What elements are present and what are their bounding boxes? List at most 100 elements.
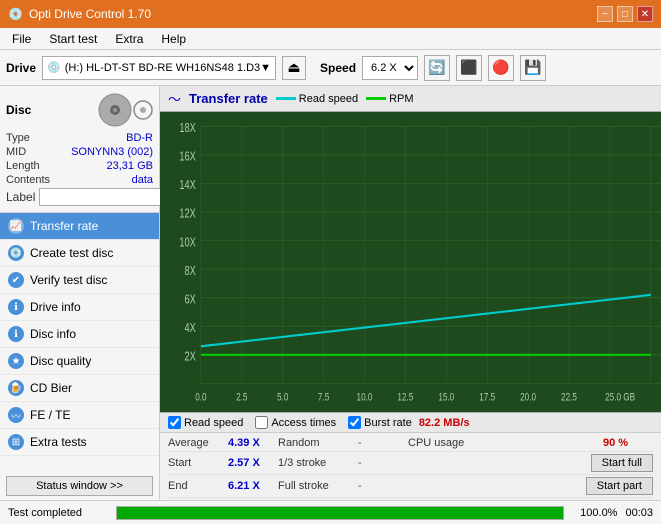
start-part-button[interactable]: Start part [586, 477, 653, 495]
svg-text:15.0: 15.0 [438, 391, 454, 404]
svg-text:14X: 14X [179, 179, 196, 193]
chart-controls: Read speed Access times Burst rate 82.2 … [160, 412, 661, 432]
progress-bar-fill [117, 507, 563, 519]
toolbar: Drive 💿 (H:) HL-DT-ST BD-RE WH16NS48 1.D… [0, 50, 661, 86]
cpu-value: 90 % [603, 437, 653, 449]
nav-disc-quality-label: Disc quality [30, 354, 91, 368]
avg-value: 4.39 X [228, 437, 278, 449]
drive-selector[interactable]: 💿 (H:) HL-DT-ST BD-RE WH16NS48 1.D3 ▼ [42, 56, 276, 80]
speed-select[interactable]: 6.2 X [362, 56, 418, 80]
nav-disc-info-label: Disc info [30, 327, 76, 341]
nav-disc-quality[interactable]: ★ Disc quality [0, 348, 159, 375]
disc-info-icon: ℹ [8, 326, 24, 342]
close-button[interactable]: ✕ [637, 6, 653, 22]
nav-fe-te[interactable]: 〰 FE / TE [0, 402, 159, 429]
end-label: End [168, 480, 228, 492]
verify-disc-icon: ✔ [8, 272, 24, 288]
status-window-button[interactable]: Status window >> [6, 476, 153, 496]
nav-extra-tests-label: Extra tests [30, 435, 87, 449]
svg-text:22.5: 22.5 [561, 391, 577, 404]
sidebar: Disc Type BD-R MID [0, 86, 160, 500]
burst-rate-checkbox-item[interactable]: Burst rate 82.2 MB/s [348, 416, 469, 429]
legend-read-speed: Read speed [276, 93, 358, 105]
svg-text:10X: 10X [179, 236, 196, 250]
erase-button[interactable]: ⬛ [456, 55, 482, 81]
stats-area: Average 4.39 X Random - CPU usage 90 % S… [160, 432, 661, 500]
mid-value: SONYNN3 (002) [71, 146, 153, 158]
refresh-button[interactable]: 🔄 [424, 55, 450, 81]
nav-transfer-rate-label: Transfer rate [30, 219, 98, 233]
content-area: 〜 Transfer rate Read speed RPM [160, 86, 661, 500]
fe-te-icon: 〰 [8, 407, 24, 423]
drive-label: Drive [6, 61, 36, 75]
nav-disc-info[interactable]: ℹ Disc info [0, 321, 159, 348]
svg-text:6X: 6X [185, 293, 197, 307]
nav-create-test-disc-label: Create test disc [30, 246, 113, 260]
read-speed-checkbox[interactable] [168, 416, 181, 429]
contents-value: data [132, 174, 153, 186]
eject-button[interactable]: ⏏ [282, 56, 306, 80]
chart-title: Transfer rate [189, 91, 268, 106]
nav-verify-test-disc-label: Verify test disc [30, 273, 107, 287]
stats-start-row: Start 2.57 X 1/3 stroke - Start full [168, 452, 653, 475]
read-speed-color [276, 97, 296, 100]
start-full-button[interactable]: Start full [591, 454, 653, 472]
nav-extra-tests[interactable]: ⊞ Extra tests [0, 429, 159, 456]
speed-label: Speed [320, 61, 356, 75]
elapsed-time: 00:03 [625, 507, 653, 519]
full-stroke-label: Full stroke [278, 480, 358, 492]
svg-text:2X: 2X [185, 350, 197, 364]
access-times-checkbox[interactable] [255, 416, 268, 429]
save-button[interactable]: 💾 [520, 55, 546, 81]
burn-button[interactable]: 🔴 [488, 55, 514, 81]
maximize-button[interactable]: □ [617, 6, 633, 22]
chart-header: 〜 Transfer rate Read speed RPM [160, 86, 661, 112]
progress-pct: 100.0% [572, 507, 617, 519]
drive-icon: 💿 [47, 61, 61, 74]
burst-rate-checkbox[interactable] [348, 416, 361, 429]
minimize-button[interactable]: − [597, 6, 613, 22]
stats-end-row: End 6.21 X Full stroke - Start part [168, 475, 653, 498]
start-value: 2.57 X [228, 457, 278, 469]
burst-rate-value: 82.2 MB/s [419, 417, 470, 429]
label-label: Label [6, 190, 35, 204]
avg-label: Average [168, 437, 228, 449]
status-text: Test completed [8, 507, 108, 519]
rpm-color [366, 97, 386, 100]
svg-text:18X: 18X [179, 122, 196, 136]
chart-area: 18X 16X 14X 12X 10X 8X 6X 4X 2X 0.0 2.5 … [160, 112, 661, 412]
svg-text:5.0: 5.0 [277, 391, 289, 404]
svg-text:12.5: 12.5 [397, 391, 413, 404]
nav-transfer-rate[interactable]: 📈 Transfer rate [0, 213, 159, 240]
disc-panel: Disc Type BD-R MID [0, 86, 159, 213]
nav-verify-test-disc[interactable]: ✔ Verify test disc [0, 267, 159, 294]
menu-bar: File Start test Extra Help [0, 28, 661, 50]
app-icon: 💿 [8, 7, 23, 21]
svg-text:20.0: 20.0 [520, 391, 536, 404]
svg-text:17.5: 17.5 [479, 391, 495, 404]
svg-text:8X: 8X [185, 265, 197, 279]
nav-cd-bier[interactable]: 🍺 CD Bier [0, 375, 159, 402]
nav-drive-info-label: Drive info [30, 300, 81, 314]
random-label: Random [278, 437, 358, 449]
length-value: 23,31 GB [107, 160, 153, 172]
svg-text:7.5: 7.5 [318, 391, 330, 404]
nav-drive-info[interactable]: ℹ Drive info [0, 294, 159, 321]
legend-rpm: RPM [366, 93, 413, 105]
menu-file[interactable]: File [4, 30, 39, 48]
end-value: 6.21 X [228, 480, 278, 492]
read-speed-checkbox-item[interactable]: Read speed [168, 416, 243, 429]
disc-icon [97, 92, 133, 128]
menu-help[interactable]: Help [153, 30, 194, 48]
svg-text:4X: 4X [185, 322, 197, 336]
stats-average-row: Average 4.39 X Random - CPU usage 90 % [168, 435, 653, 452]
svg-text:25.0 GB: 25.0 GB [605, 391, 635, 404]
svg-text:12X: 12X [179, 207, 196, 221]
nav-create-test-disc[interactable]: 💿 Create test disc [0, 240, 159, 267]
menu-extra[interactable]: Extra [107, 30, 151, 48]
access-times-checkbox-item[interactable]: Access times [255, 416, 336, 429]
menu-start-test[interactable]: Start test [41, 30, 105, 48]
cpu-label: CPU usage [408, 437, 488, 449]
svg-text:0.0: 0.0 [195, 391, 207, 404]
app-title: Opti Drive Control 1.70 [29, 7, 151, 21]
